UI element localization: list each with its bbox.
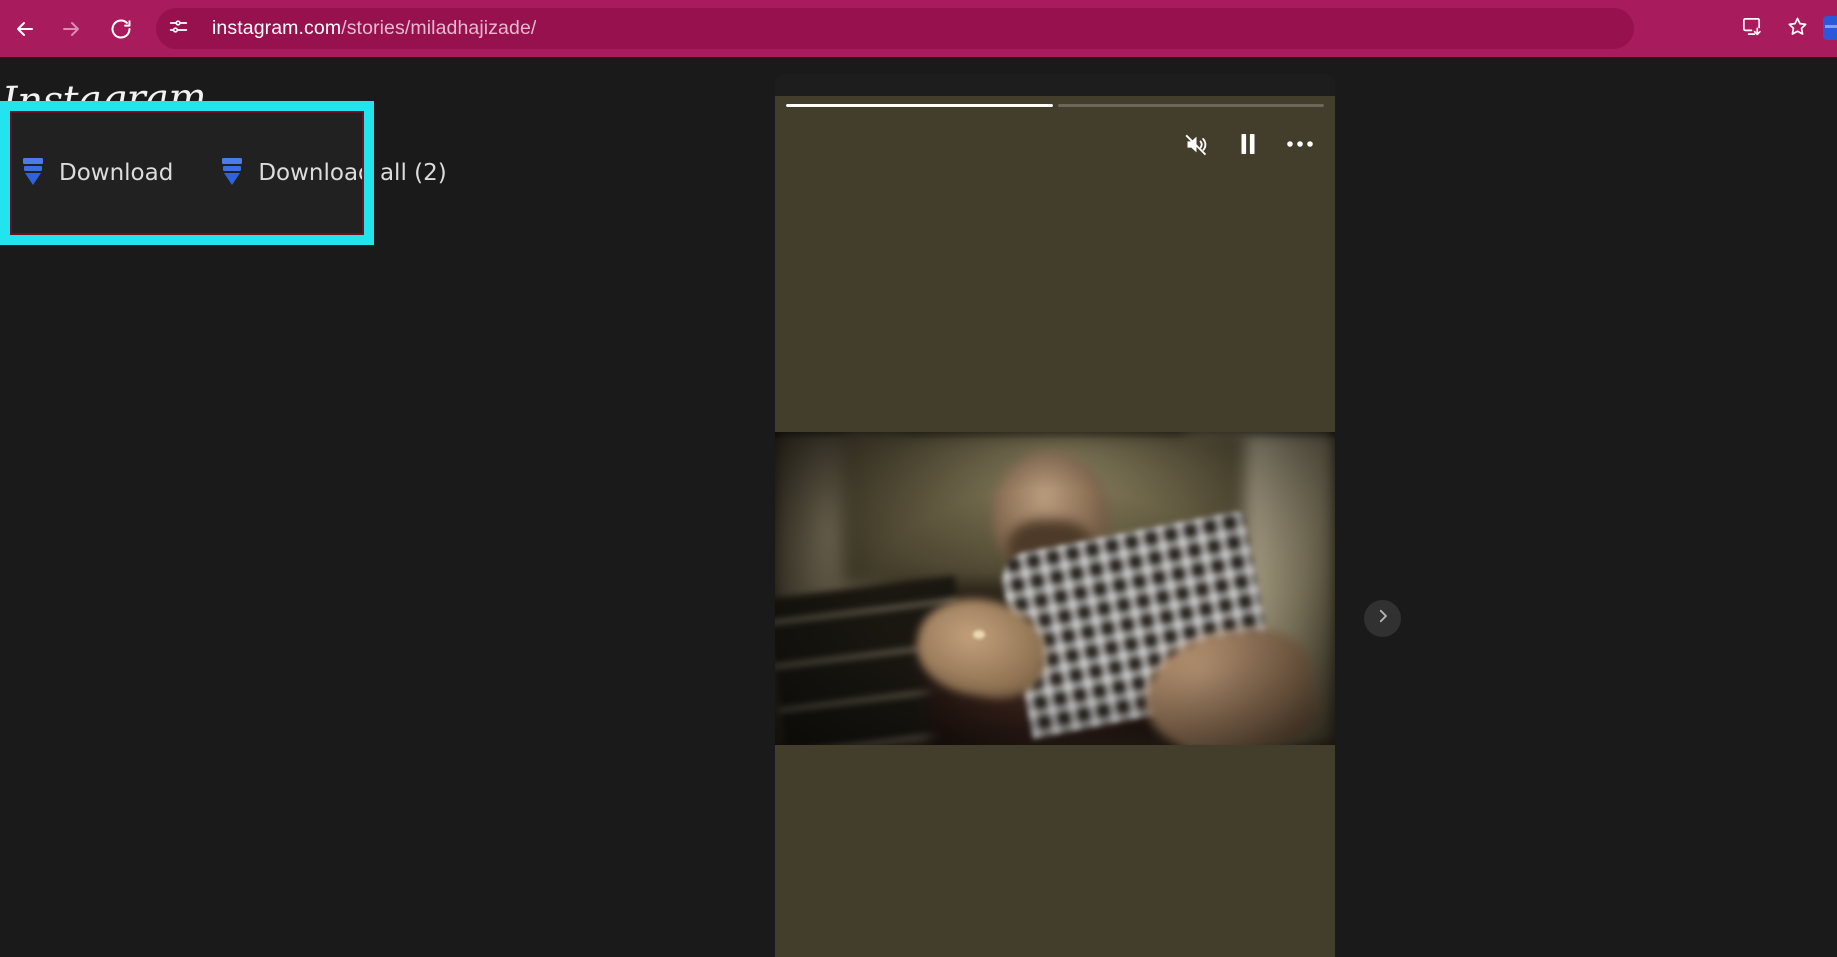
arrow-left-icon (13, 17, 37, 41)
reload-button[interactable] (100, 8, 142, 50)
story-viewer[interactable] (775, 74, 1335, 957)
next-story-button[interactable] (1364, 600, 1401, 637)
bookmark-button[interactable] (1777, 9, 1817, 49)
story-media[interactable] (775, 96, 1335, 957)
tune-sliders-icon (168, 16, 189, 42)
mute-icon (1183, 131, 1210, 158)
install-app-icon (1740, 15, 1763, 43)
profile-avatar-partial[interactable] (1823, 0, 1837, 57)
chevron-right-icon (1374, 607, 1392, 630)
mute-button[interactable] (1181, 129, 1211, 159)
profile-chip-icon (1823, 16, 1837, 40)
url-path: /stories/miladhajizade/ (341, 17, 537, 39)
more-options-button[interactable] (1285, 129, 1315, 159)
progress-segment[interactable] (786, 104, 1053, 107)
pause-icon (1236, 131, 1260, 157)
story-controls (1181, 126, 1315, 162)
site-settings-button[interactable] (162, 12, 195, 45)
address-bar[interactable]: instagram.com/stories/miladhajizade/ (156, 8, 1634, 49)
bookmark-star-icon (1786, 15, 1809, 43)
forward-button[interactable] (50, 8, 92, 50)
more-options-icon (1286, 139, 1314, 149)
back-button[interactable] (4, 8, 46, 50)
url-host: instagram.com (212, 17, 342, 39)
page-content: Instagram Download Download all (2) (0, 57, 1837, 957)
story-progress-bar[interactable] (786, 104, 1324, 108)
reload-icon (109, 17, 133, 41)
arrow-right-icon (59, 17, 83, 41)
browser-toolbar: instagram.com/stories/miladhajizade/ (0, 0, 1837, 57)
install-app-button[interactable] (1731, 9, 1771, 49)
toolbar-actions (1731, 0, 1837, 57)
progress-segment[interactable] (1057, 104, 1324, 107)
url-text: instagram.com/stories/miladhajizade/ (212, 17, 536, 40)
story-video-frame (775, 432, 1335, 745)
progress-fill (786, 104, 1053, 107)
video-vignette (775, 432, 1335, 745)
highlight-box (0, 101, 374, 245)
pause-button[interactable] (1233, 129, 1263, 159)
